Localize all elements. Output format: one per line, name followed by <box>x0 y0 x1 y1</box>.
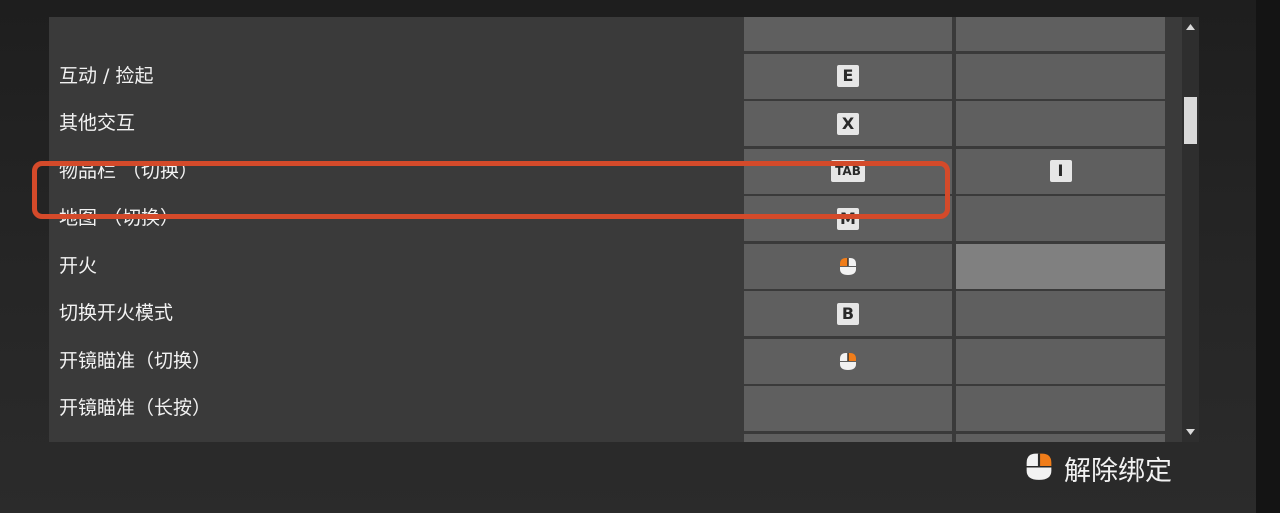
scrollbar[interactable] <box>1182 17 1199 442</box>
secondary-binding-slot[interactable] <box>956 291 1165 336</box>
secondary-binding-slot[interactable] <box>956 338 1165 384</box>
primary-binding-slot[interactable]: X <box>744 101 952 146</box>
scroll-up-arrow-icon[interactable] <box>1182 21 1199 33</box>
action-label: 其他交互 <box>49 100 743 147</box>
scrollbar-thumb[interactable] <box>1184 97 1197 144</box>
keybinding-row[interactable]: 开火 <box>49 242 1181 290</box>
primary-binding-slot[interactable]: E <box>744 53 952 99</box>
action-label <box>49 17 743 52</box>
side-panel-edge <box>1256 0 1280 513</box>
keybinding-rows: 互动 / 捡起 E 其他交互 X 物品栏 （切换） TAB I 地图 （切换） M 开火 切换开火模… <box>49 17 1181 442</box>
keybinding-row[interactable]: 近战攻击V <box>49 432 1181 442</box>
key-cap-i: I <box>1049 160 1072 182</box>
key-cap-e: E <box>837 65 859 87</box>
secondary-binding-slot[interactable] <box>956 196 1165 241</box>
primary-binding-slot[interactable]: V <box>744 433 952 442</box>
secondary-binding-slot[interactable] <box>956 386 1165 431</box>
primary-binding-slot[interactable] <box>744 386 952 431</box>
action-label: 切换开火模式 <box>49 290 743 337</box>
secondary-binding-slot[interactable] <box>956 17 1165 51</box>
secondary-binding-slot[interactable] <box>956 53 1165 99</box>
mouse-left-icon <box>837 255 859 277</box>
action-label: 开镜瞄准（长按） <box>49 385 743 432</box>
scroll-down-arrow-icon[interactable] <box>1182 426 1199 438</box>
keybinding-row[interactable]: 其他交互 X <box>49 100 1181 147</box>
secondary-binding-slot[interactable]: I <box>956 148 1165 194</box>
secondary-binding-slot[interactable] <box>956 101 1165 146</box>
action-label: 开火 <box>49 242 743 290</box>
action-label: 近战攻击 <box>49 432 743 442</box>
keybinding-row[interactable]: 互动 / 捡起 E <box>49 52 1181 100</box>
keybinding-row[interactable] <box>49 17 1181 52</box>
key-cap-b: B <box>837 302 859 325</box>
keybinding-row[interactable]: 开镜瞄准（长按） <box>49 385 1181 432</box>
primary-binding-slot[interactable] <box>744 243 952 289</box>
mouse-right-icon <box>1022 448 1056 488</box>
key-cap-x: X <box>837 112 859 135</box>
action-label: 开镜瞄准（切换） <box>49 337 743 385</box>
keybinding-list: 互动 / 捡起 E 其他交互 X 物品栏 （切换） TAB I 地图 （切换） M 开火 切换开火模… <box>49 17 1199 442</box>
keybinding-row[interactable]: 切换开火模式 B <box>49 290 1181 337</box>
primary-binding-slot[interactable] <box>744 17 952 51</box>
unbind-button[interactable]: 解除绑定 <box>1022 448 1172 488</box>
mouse-right-icon <box>837 350 859 372</box>
primary-binding-slot[interactable]: B <box>744 291 952 336</box>
highlight-annotation <box>32 161 950 219</box>
keybinding-row[interactable]: 开镜瞄准（切换） <box>49 337 1181 385</box>
secondary-binding-slot[interactable] <box>956 433 1165 442</box>
primary-binding-slot[interactable] <box>744 338 952 384</box>
secondary-binding-slot[interactable] <box>956 243 1165 289</box>
action-label: 互动 / 捡起 <box>49 52 743 100</box>
unbind-label: 解除绑定 <box>1064 455 1172 487</box>
